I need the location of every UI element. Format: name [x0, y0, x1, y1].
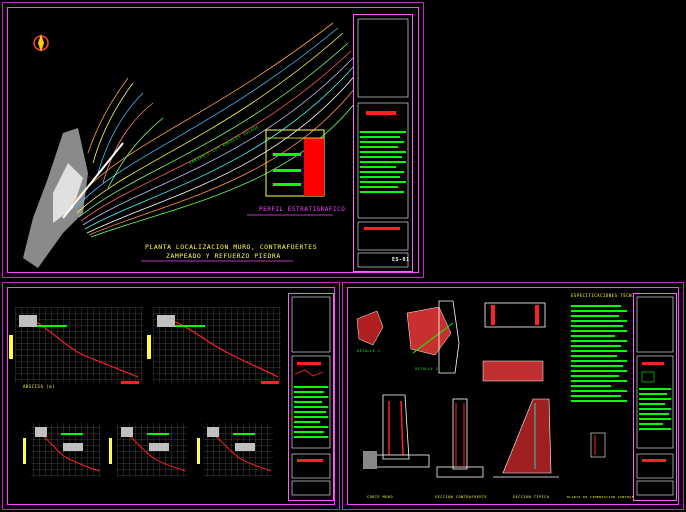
- sheet-profiles: ABSCISA (m): [2, 282, 340, 510]
- wall-section-2: [436, 398, 484, 478]
- profile-title: PERFIL ESTRATIGRAFICO: [259, 206, 346, 213]
- section-c-label: SECCION TIPICA: [513, 495, 550, 499]
- title-block-profiles: [288, 293, 334, 501]
- wall-section-3: [493, 398, 559, 478]
- wall-section-1: [363, 394, 430, 469]
- plan-title-line1: PLANTA LOCALIZACION MURO, CONTRAFUERTES: [145, 243, 318, 251]
- profile-axis-label: ABSCISA (m): [23, 384, 55, 389]
- sheet-details: ESPECIFICACIONES TECNICAS DETALLE 1 DETA…: [342, 282, 684, 510]
- north-arrow-icon: [33, 34, 49, 52]
- sheet-plan: PERFIL ESTRATIGRAFICO VARIANTE LOS ANGEL…: [2, 2, 424, 278]
- rock-detail-2: [406, 306, 452, 356]
- plan-title-line2: ZAMPEADO Y REFUERZO PIEDRA: [166, 252, 281, 260]
- title-block-details: [633, 293, 677, 501]
- detail-b-label: DETALLE 2: [415, 367, 439, 371]
- sheet-code: ES-01: [392, 257, 410, 263]
- section-a-label: CORTE MURO: [367, 495, 394, 499]
- title-block-plan: ES-01: [353, 14, 413, 272]
- small-detail: [590, 432, 606, 458]
- detail-a-label: DETALLE 1: [357, 349, 381, 353]
- spec-text-lines: [571, 305, 627, 402]
- details-drawing: [356, 300, 627, 478]
- rock-detail-1: [356, 310, 384, 346]
- section-b-label: SECCION CONTRAFUERTE: [435, 495, 488, 499]
